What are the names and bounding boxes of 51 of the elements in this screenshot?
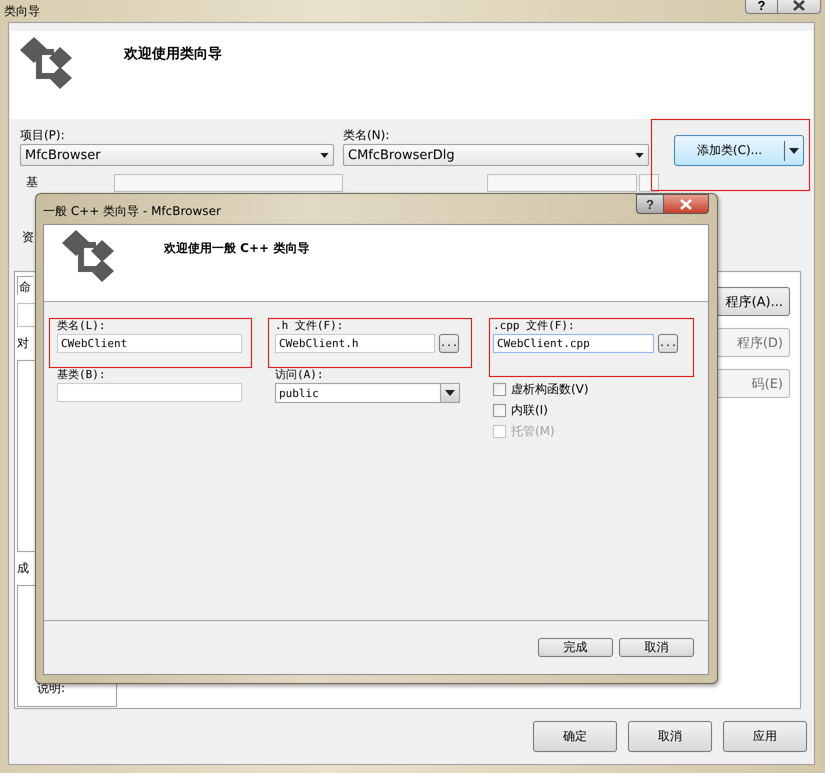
field-label: 项目(P):	[20, 127, 66, 141]
field-label: 基	[26, 174, 39, 191]
chevron-down-icon	[445, 390, 455, 396]
close-button[interactable]	[778, 0, 821, 14]
dialog-title: 一般 C++ 类向导 - MfcBrowser	[43, 203, 221, 220]
header-title: 欢迎使用类向导	[124, 45, 222, 63]
close-icon	[680, 198, 692, 210]
field-label: .cpp 文件(F):	[493, 318, 576, 332]
close-button[interactable]	[664, 194, 709, 214]
checkbox[interactable]	[493, 383, 506, 396]
input-field[interactable]	[487, 174, 637, 192]
checkbox-label: 虚析构函数(V)	[511, 381, 589, 398]
caret-icon	[320, 152, 329, 158]
browse-button[interactable]: ...	[658, 334, 678, 353]
input-field[interactable]	[114, 174, 343, 192]
input-field[interactable]: CWebClient	[57, 334, 242, 353]
add-class-split-button[interactable]: 添加类(C)...	[674, 135, 804, 166]
field-label: 访问(A):	[275, 367, 324, 381]
field-label: .h 文件(F):	[275, 318, 344, 332]
field-label: 类名(N):	[343, 127, 390, 141]
dialog-button[interactable]: 应用	[723, 721, 807, 752]
window-title: 类向导	[4, 3, 40, 20]
input-field[interactable]	[57, 383, 242, 402]
dialog-button[interactable]: 取消	[628, 721, 712, 752]
header-title: 欢迎使用一般 C++ 类向导	[164, 240, 310, 257]
browse-button[interactable]	[639, 174, 659, 192]
help-button[interactable]: ?	[636, 194, 664, 214]
dropdown[interactable]: MfcBrowser	[20, 144, 334, 166]
dialog-button[interactable]: 完成	[538, 638, 613, 657]
browse-button[interactable]: ...	[439, 334, 459, 353]
dialog-button[interactable]: 取消	[619, 638, 694, 657]
caret-icon	[635, 152, 644, 158]
dropdown[interactable]: CMfcBrowserDlg	[343, 144, 649, 166]
tab[interactable]: 命	[17, 276, 33, 295]
field-label: 基类(B):	[57, 367, 106, 381]
class-diagram-icon	[62, 230, 114, 282]
list-label: 成	[17, 560, 30, 577]
checkbox[interactable]	[493, 404, 506, 417]
dialog-button[interactable]: 确定	[533, 721, 617, 752]
access-dropdown[interactable]: public	[275, 383, 460, 403]
checkbox-label: 内联(I)	[511, 402, 548, 419]
class-diagram-icon	[20, 37, 72, 89]
close-icon	[793, 0, 805, 10]
caret-icon	[789, 148, 799, 154]
field-label: 类名(L):	[57, 318, 106, 332]
help-button[interactable]: ?	[745, 0, 778, 14]
list-label: 对	[17, 335, 30, 352]
input-field[interactable]: CWebClient.h	[275, 334, 435, 353]
field-label: 资	[22, 230, 34, 244]
input-field[interactable]: CWebClient.cpp	[493, 334, 654, 353]
checkbox-label: 托管(M)	[511, 423, 555, 440]
